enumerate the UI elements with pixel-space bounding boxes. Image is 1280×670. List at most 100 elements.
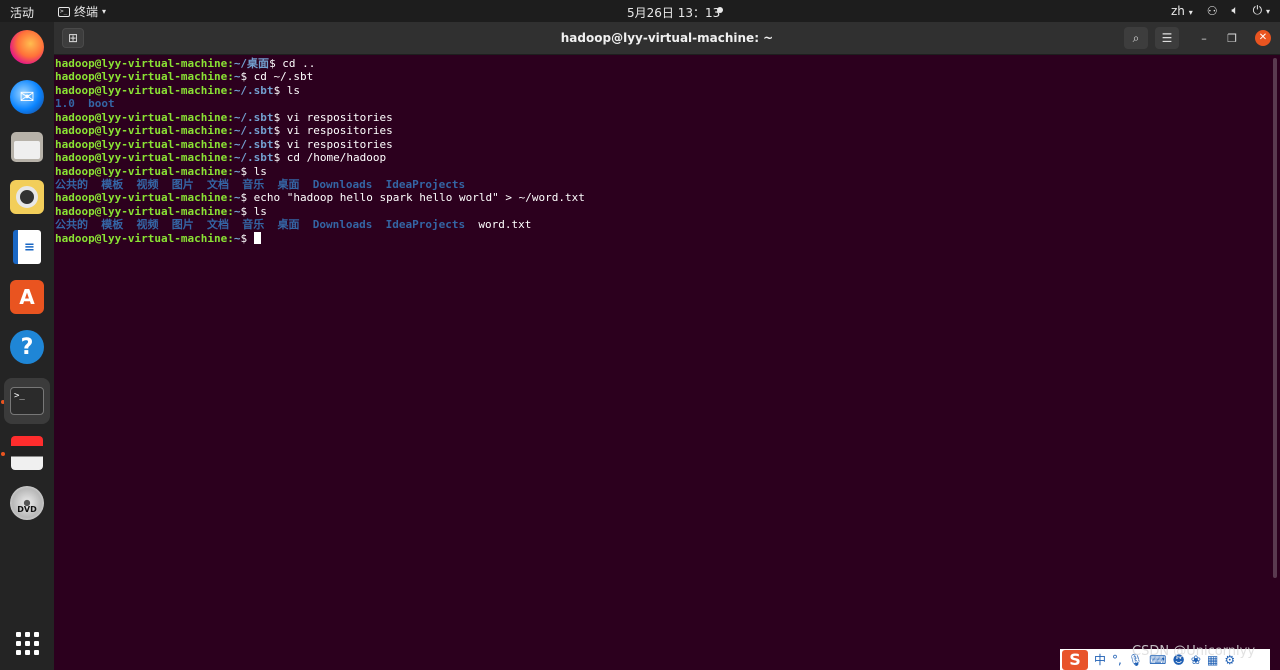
command-text: $ cd /home/hadoop [273, 151, 387, 165]
terminal-line: hadoop@lyy-virtual-machine:~/.sbt$ vi re… [55, 124, 1270, 137]
thunderbird-icon: ✉ [10, 80, 44, 114]
prompt-path: ~/.sbt [233, 110, 274, 124]
watermark: CSDN @Unicornlyy [1132, 644, 1256, 659]
dock-help[interactable]: ? [4, 324, 50, 370]
command-text: $ ls [240, 204, 267, 218]
dock-firefox[interactable] [4, 24, 50, 70]
chevron-down-icon: ▾ [102, 7, 107, 16]
input-method-indicator[interactable]: zh ▾ [1171, 4, 1193, 18]
software-icon: A [10, 280, 44, 314]
directory-entry: 文档 [207, 218, 229, 232]
prompt-user: hadoop@lyy-virtual-machine [55, 164, 228, 178]
terminal-cursor [253, 231, 261, 244]
prompt-user: hadoop@lyy-virtual-machine [55, 137, 228, 151]
directory-entry: 音乐 [242, 218, 265, 232]
directory-entry: 音乐 [242, 177, 265, 191]
prompt-separator: : [227, 70, 234, 84]
command-text: $ echo "hadoop hello spark hello world" … [240, 191, 585, 205]
dock-show-apps[interactable] [4, 620, 50, 666]
file-entry: word.txt [478, 218, 532, 232]
prompt-user: hadoop@lyy-virtual-machine [55, 70, 228, 84]
directory-entry: IdeaProjects [385, 218, 466, 232]
directory-entry: Downloads [312, 218, 373, 232]
dock-dvd[interactable]: DVD [4, 480, 50, 526]
prompt-separator: : [227, 57, 234, 70]
app-menu[interactable]: >_ 终端 ▾ [58, 3, 106, 20]
dock-thunderbird[interactable]: ✉ [4, 74, 50, 120]
clock[interactable]: 5月26日 13：13 [627, 4, 720, 21]
sogou-logo-icon[interactable]: S [1062, 649, 1088, 670]
prompt-separator: : [227, 231, 234, 245]
terminal-line: 公共的 模板 视频 图片 文档 音乐 桌面 Downloads IdeaProj… [55, 178, 1270, 191]
prompt-path: ~/.sbt [233, 124, 274, 138]
terminal-line: hadoop@lyy-virtual-machine:~$ ls [55, 205, 1270, 218]
command-text: $ [240, 231, 254, 245]
dock-writer[interactable]: ≡ [4, 224, 50, 270]
terminal-line: hadoop@lyy-virtual-machine:~$ echo "hado… [55, 191, 1270, 204]
minimize-icon: – [1201, 32, 1207, 45]
directory-entry: 视频 [136, 218, 159, 232]
menu-button[interactable]: ☰ [1155, 27, 1179, 49]
activities-button[interactable]: 活动 [10, 4, 34, 21]
command-text: $ ls [240, 164, 267, 178]
terminal-scrollbar[interactable] [1272, 56, 1278, 670]
maximize-button[interactable]: ❐ [1224, 31, 1240, 47]
terminal-line: 公共的 模板 视频 图片 文档 音乐 桌面 Downloads IdeaProj… [55, 218, 1270, 231]
prompt-separator: : [227, 137, 234, 151]
prompt-separator: : [227, 164, 234, 178]
system-tray[interactable]: zh ▾ ⚇ 🔈︎ ⏻ ▾ [1171, 3, 1270, 18]
dock-java[interactable] [4, 430, 50, 476]
top-bar: 活动 >_ 终端 ▾ 5月26日 13：13 zh ▾ ⚇ 🔈︎ ⏻ ▾ [0, 0, 1280, 22]
dvd-icon: DVD [10, 486, 44, 520]
close-icon: ✕ [1258, 32, 1268, 43]
window-title: hadoop@lyy-virtual-machine: ~ [560, 31, 774, 45]
dock-software[interactable]: A [4, 274, 50, 320]
volume-icon[interactable]: 🔈︎ [1231, 3, 1238, 18]
prompt-user: hadoop@lyy-virtual-machine [55, 83, 228, 97]
command-text: $ vi respositories [273, 110, 393, 124]
directory-entry: 1.0 [55, 97, 75, 111]
files-icon [11, 132, 43, 162]
prompt-path: ~/桌面 [233, 57, 270, 70]
prompt-user: hadoop@lyy-virtual-machine [55, 151, 228, 165]
search-button[interactable]: ⌕ [1124, 27, 1148, 49]
command-text: $ cd ~/.sbt [240, 70, 314, 84]
app-grid-icon [15, 631, 39, 655]
prompt-path: ~/.sbt [233, 151, 274, 165]
prompt-separator: : [227, 110, 234, 124]
directory-entry: boot [88, 97, 115, 111]
dock-rhythmbox[interactable] [4, 174, 50, 220]
close-button[interactable]: ✕ [1255, 30, 1271, 46]
hamburger-icon: ☰ [1161, 31, 1173, 45]
java-icon [11, 436, 43, 470]
power-icon[interactable]: ⏻ ▾ [1253, 3, 1270, 18]
directory-entry: 文档 [207, 177, 229, 191]
terminal-line: hadoop@lyy-virtual-machine:~$ ls [55, 165, 1270, 178]
maximize-icon: ❐ [1227, 32, 1237, 45]
ime-punct-toggle[interactable]: °, [1112, 653, 1122, 667]
prompt-path: ~/.sbt [233, 83, 274, 97]
firefox-icon [10, 30, 44, 64]
app-menu-label: 终端 [74, 5, 99, 19]
dock-files[interactable] [4, 124, 50, 170]
prompt-user: hadoop@lyy-virtual-machine [55, 191, 228, 205]
directory-entry: Downloads [312, 177, 373, 191]
prompt-user: hadoop@lyy-virtual-machine [55, 57, 228, 70]
terminal-titlebar: ⊞ hadoop@lyy-virtual-machine: ~ ⌕ ☰ – ❐ … [54, 22, 1280, 55]
dock-terminal[interactable]: >_ [4, 378, 50, 424]
prompt-path: ~/.sbt [233, 137, 274, 151]
scrollbar-thumb[interactable] [1273, 58, 1277, 578]
minimize-button[interactable]: – [1196, 31, 1212, 47]
terminal-line: 1.0 boot [55, 97, 1270, 110]
command-text: $ cd .. [269, 57, 316, 70]
terminal-output[interactable]: hadoop@lyy-virtual-machine:~/桌面$ cd .. ha… [54, 56, 1270, 670]
command-text: $ vi respositories [273, 124, 393, 138]
terminal-line: hadoop@lyy-virtual-machine:~$ [55, 231, 1270, 245]
terminal-line: hadoop@lyy-virtual-machine:~/.sbt$ cd /h… [55, 151, 1270, 164]
command-text: $ ls [273, 83, 301, 97]
prompt-separator: : [227, 124, 234, 138]
network-icon[interactable]: ⚇ [1207, 4, 1218, 18]
terminal-line: hadoop@lyy-virtual-machine:~/.sbt$ vi re… [55, 111, 1270, 124]
ime-mode-toggle[interactable]: 中 [1094, 651, 1106, 668]
prompt-separator: : [227, 83, 234, 97]
